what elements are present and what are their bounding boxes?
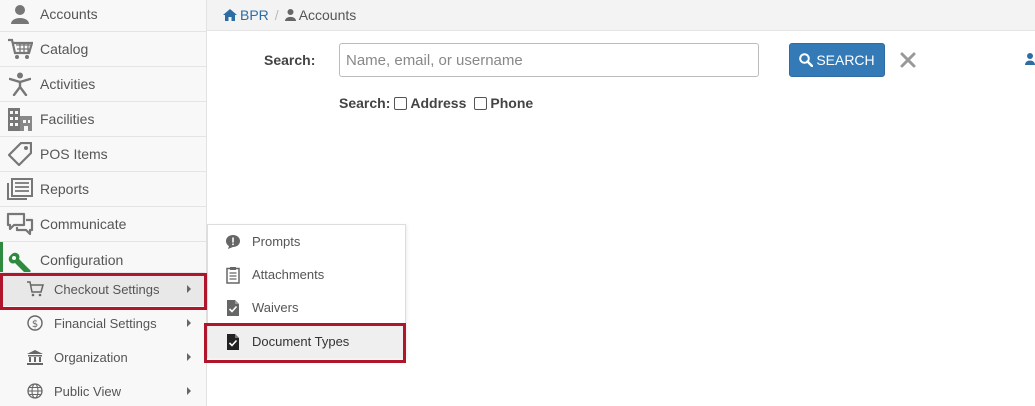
breadcrumb-current: Accounts	[284, 7, 357, 23]
tag-icon	[0, 137, 40, 172]
sidebar-item-label: Catalog	[40, 41, 89, 57]
breadcrumb-home-label: BPR	[240, 7, 269, 23]
user-icon	[0, 0, 40, 32]
sidebar-subitem-checkout-settings[interactable]: Checkout Settings	[0, 272, 205, 306]
chevron-right-icon	[187, 353, 191, 361]
user-icon	[284, 9, 296, 21]
sidebar: Accounts Catalog Activities Facilities P	[0, 0, 207, 406]
bank-icon	[20, 349, 50, 365]
sidebar-item-communicate[interactable]: Communicate	[0, 207, 207, 242]
search-options: Search: Address Phone	[339, 95, 537, 111]
sidebar-subitem-label: Public View	[54, 383, 121, 399]
building-icon	[0, 102, 40, 137]
flyout-item-prompts[interactable]: Prompts	[208, 225, 405, 258]
user-icon[interactable]	[1024, 52, 1035, 66]
file-check-dark-icon	[222, 333, 244, 351]
flyout-item-label: Prompts	[252, 234, 301, 249]
chevron-right-icon	[187, 387, 191, 395]
address-checkbox[interactable]	[394, 96, 408, 110]
breadcrumb: BPR / Accounts	[207, 0, 1035, 31]
sidebar-item-activities[interactable]: Activities	[0, 67, 207, 102]
flyout-item-label: Waivers	[252, 300, 299, 315]
phone-checkbox[interactable]	[474, 96, 488, 110]
sidebar-item-accounts[interactable]: Accounts	[0, 0, 207, 32]
flyout-item-attachments[interactable]: Attachments	[208, 258, 405, 291]
clipboard-icon	[222, 266, 244, 284]
globe-icon	[20, 383, 50, 399]
sidebar-item-label: Facilities	[40, 111, 95, 127]
sidebar-item-label: Communicate	[40, 216, 127, 232]
sidebar-subitem-label: Organization	[54, 349, 128, 365]
sidebar-item-reports[interactable]: Reports	[0, 172, 207, 207]
search-button[interactable]: SEARCH	[789, 43, 885, 77]
sidebar-item-label: POS Items	[40, 146, 108, 162]
search-icon	[799, 53, 814, 67]
file-check-icon	[222, 299, 244, 317]
flyout-item-label: Attachments	[252, 267, 325, 282]
breadcrumb-home-link[interactable]: BPR	[223, 7, 269, 23]
sidebar-subitem-label: Financial Settings	[54, 315, 157, 331]
sidebar-item-label: Activities	[40, 76, 96, 92]
search-options-label: Search:	[339, 95, 391, 111]
sidebar-item-pos-items[interactable]: POS Items	[0, 137, 207, 172]
chat-icon	[0, 207, 40, 242]
sidebar-subitem-financial-settings[interactable]: $ Financial Settings	[0, 306, 205, 340]
address-checkbox-label: Address	[410, 95, 467, 111]
person-icon	[0, 67, 40, 102]
sidebar-subitem-organization[interactable]: Organization	[0, 340, 205, 374]
flyout-item-waivers[interactable]: Waivers	[208, 291, 405, 324]
close-icon[interactable]	[899, 51, 917, 69]
chevron-right-icon	[187, 285, 191, 293]
phone-checkbox-label: Phone	[490, 95, 534, 111]
checkout-settings-flyout: Prompts Attachments Waivers Document Typ…	[207, 224, 406, 358]
flyout-item-document-types[interactable]: Document Types	[208, 325, 405, 358]
sidebar-item-label: Configuration	[40, 251, 124, 268]
chevron-right-icon	[187, 319, 191, 327]
search-button-label: SEARCH	[816, 52, 875, 68]
search-input[interactable]	[339, 43, 759, 77]
sidebar-item-label: Accounts	[40, 6, 98, 22]
sidebar-subitem-public-view[interactable]: Public View	[0, 374, 205, 406]
cart-icon	[0, 32, 40, 67]
sidebar-item-label: Reports	[40, 181, 90, 197]
app-root: Accounts Catalog Activities Facilities P	[0, 0, 1035, 406]
svg-text:$: $	[32, 319, 38, 330]
dollar-icon: $	[20, 315, 50, 331]
sidebar-item-catalog[interactable]: Catalog	[0, 32, 207, 67]
reports-icon	[0, 172, 40, 207]
flyout-item-label: Document Types	[252, 334, 350, 349]
breadcrumb-separator: /	[274, 7, 279, 23]
speech-alert-icon	[222, 234, 244, 250]
sidebar-item-facilities[interactable]: Facilities	[0, 102, 207, 137]
sidebar-subitem-label: Checkout Settings	[54, 281, 160, 297]
search-label: Search:	[264, 52, 316, 68]
home-icon	[223, 9, 237, 21]
cart-icon	[20, 281, 50, 297]
breadcrumb-current-label: Accounts	[298, 7, 357, 23]
